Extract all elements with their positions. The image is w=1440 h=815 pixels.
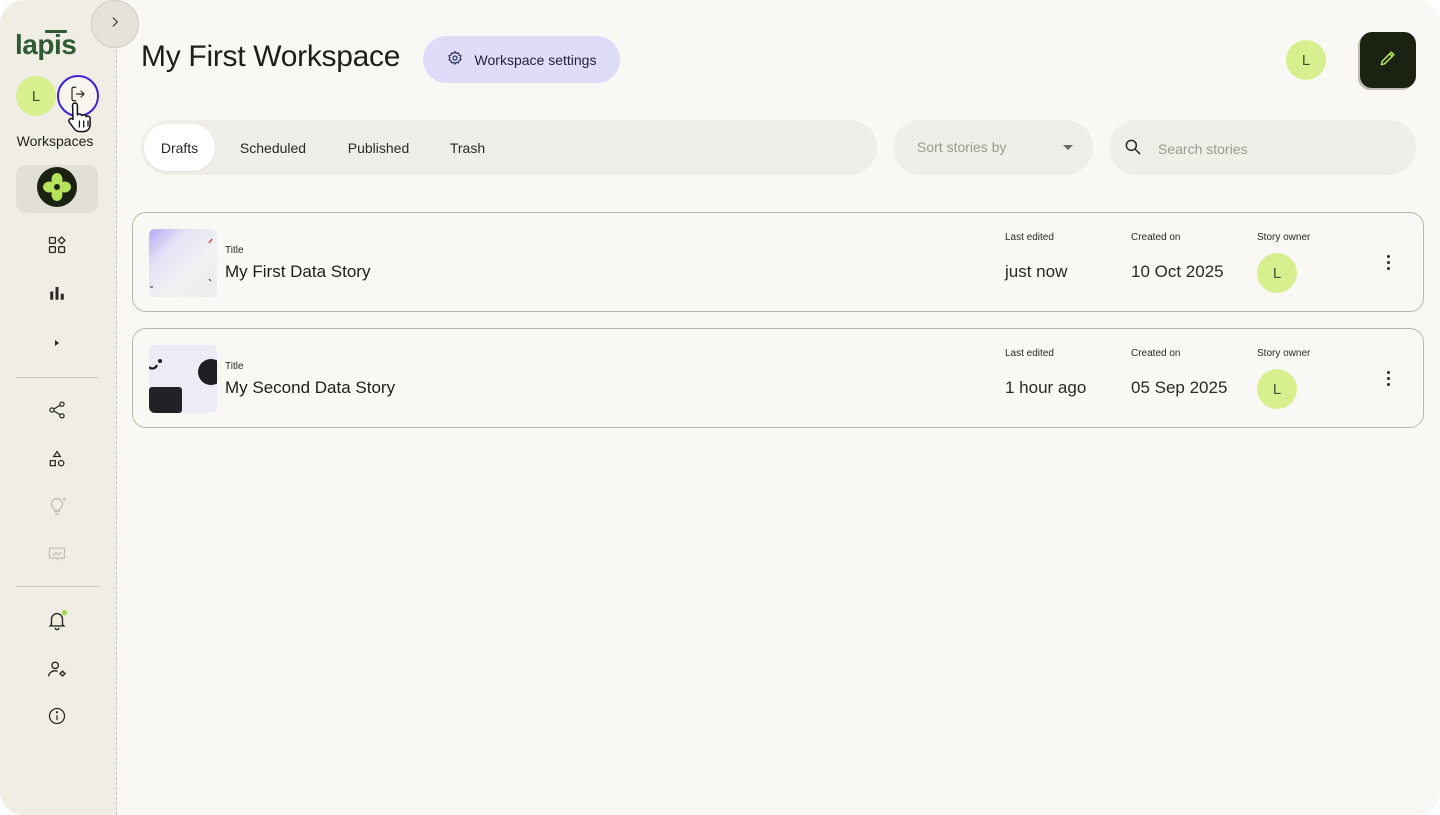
lapis-logo[interactable]: lapis xyxy=(15,26,85,65)
lightbulb-icon xyxy=(45,494,69,518)
logo-text: lapis xyxy=(15,29,76,60)
story-owner-label: Story owner xyxy=(1257,348,1311,359)
created-on-value: 10 Oct 2025 xyxy=(1131,262,1224,281)
last-edited-value: 1 hour ago xyxy=(1005,378,1087,397)
story-card[interactable]: Title My First Data Story Last edited ju… xyxy=(132,212,1424,312)
workspace-settings-button[interactable]: Workspace settings xyxy=(423,36,620,83)
tab-trash[interactable]: Trash xyxy=(434,124,501,171)
tab-scheduled[interactable]: Scheduled xyxy=(225,124,321,171)
story-thumbnail xyxy=(149,345,217,413)
search-icon xyxy=(1123,137,1143,162)
tab-published[interactable]: Published xyxy=(333,124,424,171)
presentation-icon xyxy=(45,542,69,566)
pencil-icon xyxy=(1378,48,1398,73)
story-status-tabs: Drafts Scheduled Published Trash xyxy=(141,120,877,175)
created-on-value: 05 Sep 2025 xyxy=(1131,378,1228,397)
title-column-label: Title xyxy=(225,361,244,372)
story-card[interactable]: Title My Second Data Story Last edited 1… xyxy=(132,328,1424,428)
more-options-icon[interactable] xyxy=(1377,251,1399,273)
chevron-down-icon xyxy=(1063,145,1073,150)
story-title[interactable]: My First Data Story xyxy=(225,262,370,282)
sidebar-divider xyxy=(16,377,99,378)
title-column-label: Title xyxy=(225,245,244,256)
sidebar-divider xyxy=(16,586,99,587)
workspace-settings-label: Workspace settings xyxy=(474,51,597,68)
user-settings-icon[interactable] xyxy=(45,657,69,681)
last-edited-label: Last edited xyxy=(1005,348,1054,359)
search-input[interactable] xyxy=(1156,137,1400,161)
dashboard-grid-icon[interactable] xyxy=(45,233,69,257)
story-thumbnail xyxy=(149,229,217,297)
sidebar: lapis L Workspaces xyxy=(0,0,117,815)
bell-icon[interactable] xyxy=(45,608,69,632)
page-title: My First Workspace xyxy=(141,40,401,73)
workspaces-label: Workspaces xyxy=(16,133,94,149)
new-story-button[interactable] xyxy=(1360,32,1416,88)
bar-chart-icon[interactable] xyxy=(45,281,69,305)
last-edited-value: just now xyxy=(1005,262,1068,281)
shapes-icon[interactable] xyxy=(45,447,69,471)
user-avatar[interactable]: L xyxy=(16,76,56,116)
created-on-label: Created on xyxy=(1131,348,1181,359)
last-edited-label: Last edited xyxy=(1005,232,1054,243)
owner-avatar: L xyxy=(1257,253,1297,293)
share-icon[interactable] xyxy=(45,398,69,422)
search-box xyxy=(1109,120,1416,175)
info-icon[interactable] xyxy=(45,704,69,728)
owner-avatar: L xyxy=(1257,369,1297,409)
story-owner-label: Story owner xyxy=(1257,232,1311,243)
more-options-icon[interactable] xyxy=(1377,367,1399,389)
sidebar-collapse-button[interactable] xyxy=(91,0,139,48)
tab-drafts[interactable]: Drafts xyxy=(144,124,215,171)
gear-icon xyxy=(447,50,463,69)
sort-placeholder: Sort stories by xyxy=(917,139,1007,155)
workspace-logo-icon xyxy=(37,166,77,212)
caret-right-icon[interactable] xyxy=(45,331,69,355)
created-on-label: Created on xyxy=(1131,232,1181,243)
chevron-right-icon xyxy=(108,15,122,34)
app-frame: lapis L Workspaces My First Workspace Wo… xyxy=(0,0,1440,815)
story-title[interactable]: My Second Data Story xyxy=(225,378,395,398)
header-user-avatar[interactable]: L xyxy=(1286,40,1326,80)
workspace-item[interactable] xyxy=(16,165,98,213)
sort-dropdown[interactable]: Sort stories by xyxy=(893,120,1093,175)
